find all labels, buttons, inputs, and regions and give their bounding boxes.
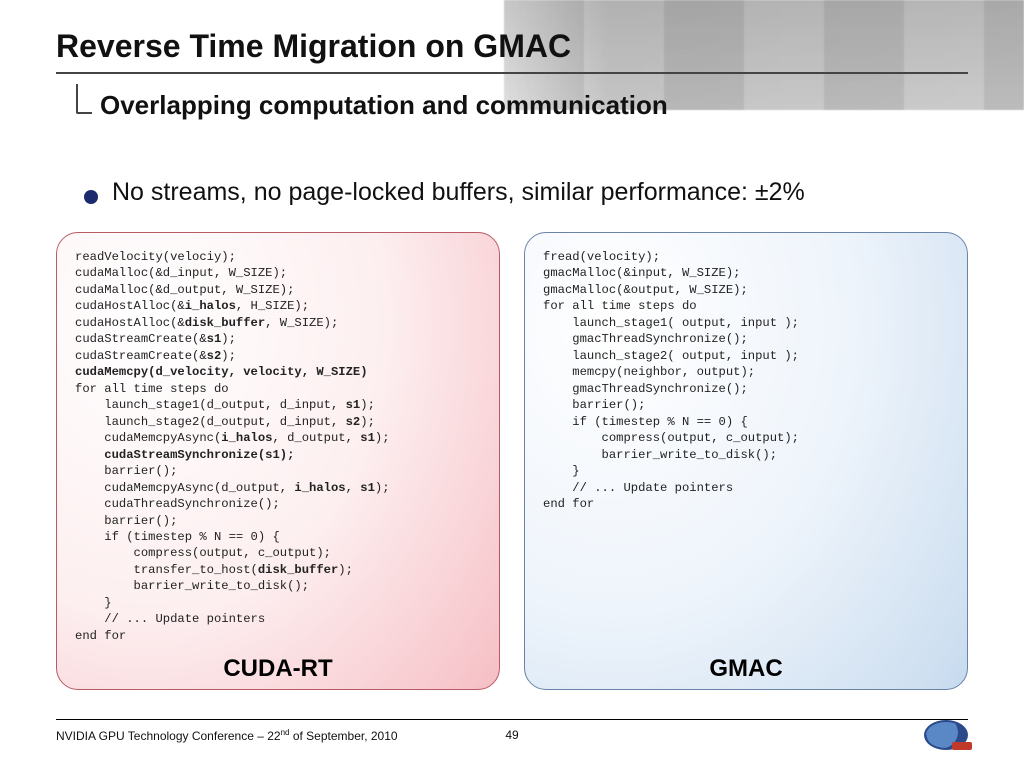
bsc-logo-icon (924, 720, 968, 750)
bullet-icon (84, 190, 98, 204)
slide-footer: NVIDIA GPU Technology Conference – 22nd … (56, 720, 968, 750)
title-underline (56, 72, 968, 74)
bullet-row: No streams, no page-locked buffers, simi… (84, 178, 984, 207)
footer-conf-prefix: NVIDIA GPU Technology Conference – 22 (56, 729, 281, 743)
subtitle-connector (76, 84, 92, 114)
panel-label-right: GMAC (525, 655, 967, 683)
footer-conf-suffix: of September, 2010 (289, 729, 397, 743)
code-panels: readVelocity(velociy);cudaMalloc(&d_inpu… (56, 232, 968, 690)
panel-cuda-rt: readVelocity(velociy);cudaMalloc(&d_inpu… (56, 232, 500, 690)
panel-label-left: CUDA-RT (57, 655, 499, 683)
code-block-right: fread(velocity);gmacMalloc(&input, W_SIZ… (543, 249, 949, 513)
slide-subtitle: Overlapping computation and communicatio… (100, 90, 668, 121)
bullet-text: No streams, no page-locked buffers, simi… (112, 178, 805, 207)
footer-conference: NVIDIA GPU Technology Conference – 22nd … (56, 728, 924, 743)
code-block-left: readVelocity(velociy);cudaMalloc(&d_inpu… (75, 249, 481, 644)
panel-gmac: fread(velocity);gmacMalloc(&input, W_SIZ… (524, 232, 968, 690)
footer-page-number: 49 (505, 728, 518, 742)
slide-title: Reverse Time Migration on GMAC (56, 28, 571, 65)
